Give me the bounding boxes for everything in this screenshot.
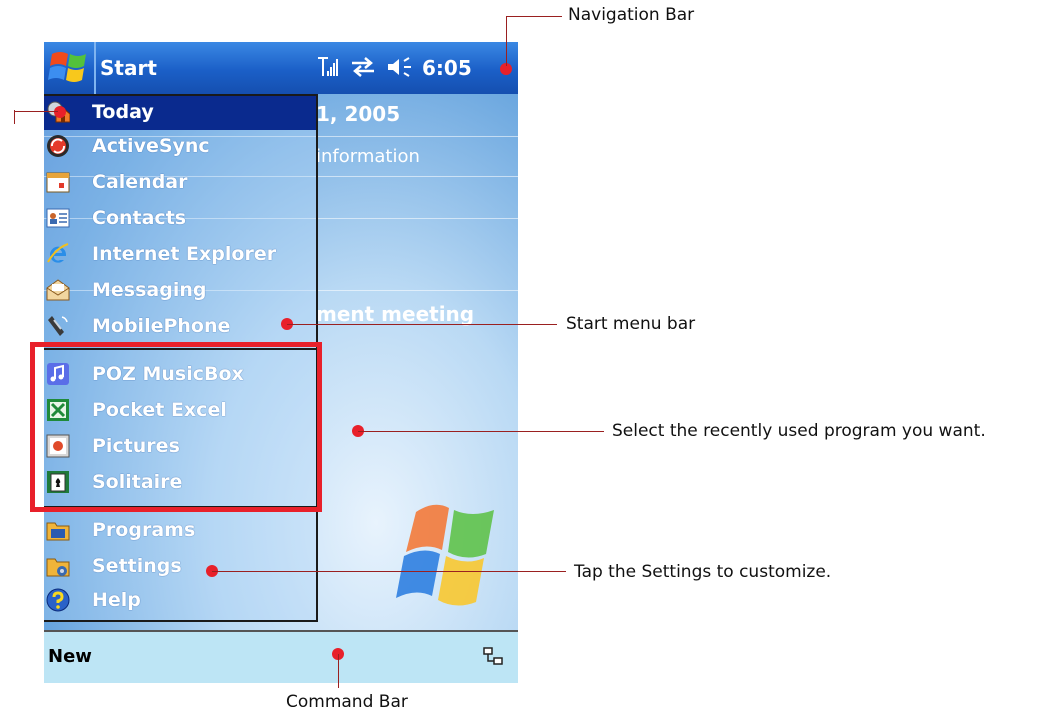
leader-line	[338, 654, 339, 688]
menu-item-messaging[interactable]: Messaging	[44, 274, 316, 308]
navigation-bar: Start 6:05	[44, 42, 518, 94]
menu-label-today: Today	[92, 101, 154, 123]
contacts-icon	[46, 208, 70, 228]
start-button[interactable]: Start	[100, 56, 157, 80]
menu-item-settings[interactable]: Settings	[44, 550, 316, 584]
help-icon	[46, 588, 70, 612]
menu-item-internet-explorer[interactable]: Internet Explorer	[44, 238, 316, 272]
today-date: 1, 2005	[316, 102, 401, 126]
clock[interactable]: 6:05	[422, 56, 472, 80]
menu-item-contacts[interactable]: Contacts	[44, 202, 316, 236]
menu-item-today[interactable]: Today	[44, 96, 316, 130]
command-bar: New	[44, 630, 518, 683]
leader-line	[287, 324, 557, 325]
leader-line	[506, 16, 507, 66]
menu-label-activesync: ActiveSync	[92, 135, 210, 157]
menu-label-mobilephone: MobilePhone	[92, 315, 231, 337]
menu-item-activesync[interactable]: ActiveSync	[44, 130, 316, 164]
callout-dot-today	[54, 106, 66, 118]
callout-recent-programs: Select the recently used program you wan…	[612, 421, 986, 441]
messaging-icon	[46, 279, 70, 301]
menu-item-calendar[interactable]: Calendar	[44, 166, 316, 200]
menu-label-help: Help	[92, 589, 141, 611]
new-button[interactable]: New	[48, 646, 92, 667]
calendar-icon	[46, 172, 70, 193]
start-separator	[94, 42, 96, 94]
mobilephone-icon	[48, 316, 68, 336]
today-appointment: ment meeting	[316, 302, 475, 326]
callout-navigation-bar: Navigation Bar	[568, 5, 695, 25]
signal-icon[interactable]	[316, 56, 338, 78]
leader-line	[212, 571, 566, 572]
callout-start-menu-bar: Start menu bar	[566, 314, 696, 334]
menu-label-settings: Settings	[92, 555, 182, 577]
callout-settings-hint: Tap the Settings to customize.	[574, 562, 832, 582]
callout-command-bar: Command Bar	[286, 692, 408, 712]
menu-label-internet-explorer: Internet Explorer	[92, 243, 277, 265]
menu-item-help[interactable]: Help	[44, 584, 316, 618]
menu-item-mobilephone[interactable]: MobilePhone	[44, 310, 316, 344]
speaker-icon[interactable]	[386, 56, 416, 78]
windows-logo-icon[interactable]	[48, 48, 92, 88]
internet-explorer-icon	[47, 243, 69, 263]
menu-label-programs: Programs	[92, 519, 196, 541]
programs-folder-icon	[46, 522, 70, 541]
leader-line	[14, 111, 58, 112]
menu-label-calendar: Calendar	[92, 171, 188, 193]
settings-folder-icon	[46, 558, 70, 577]
recent-programs-highlight	[30, 342, 322, 512]
sync-icon[interactable]	[350, 56, 376, 78]
windows-flag-watermark	[396, 504, 494, 606]
menu-label-messaging: Messaging	[92, 279, 207, 301]
leader-line	[506, 16, 562, 17]
activesync-icon	[47, 135, 69, 157]
menu-label-contacts: Contacts	[92, 207, 187, 229]
leader-line	[14, 110, 15, 124]
menu-item-programs[interactable]: Programs	[44, 514, 316, 548]
network-icon[interactable]	[482, 646, 504, 668]
today-owner-info: information	[316, 146, 420, 167]
leader-line	[358, 431, 604, 432]
